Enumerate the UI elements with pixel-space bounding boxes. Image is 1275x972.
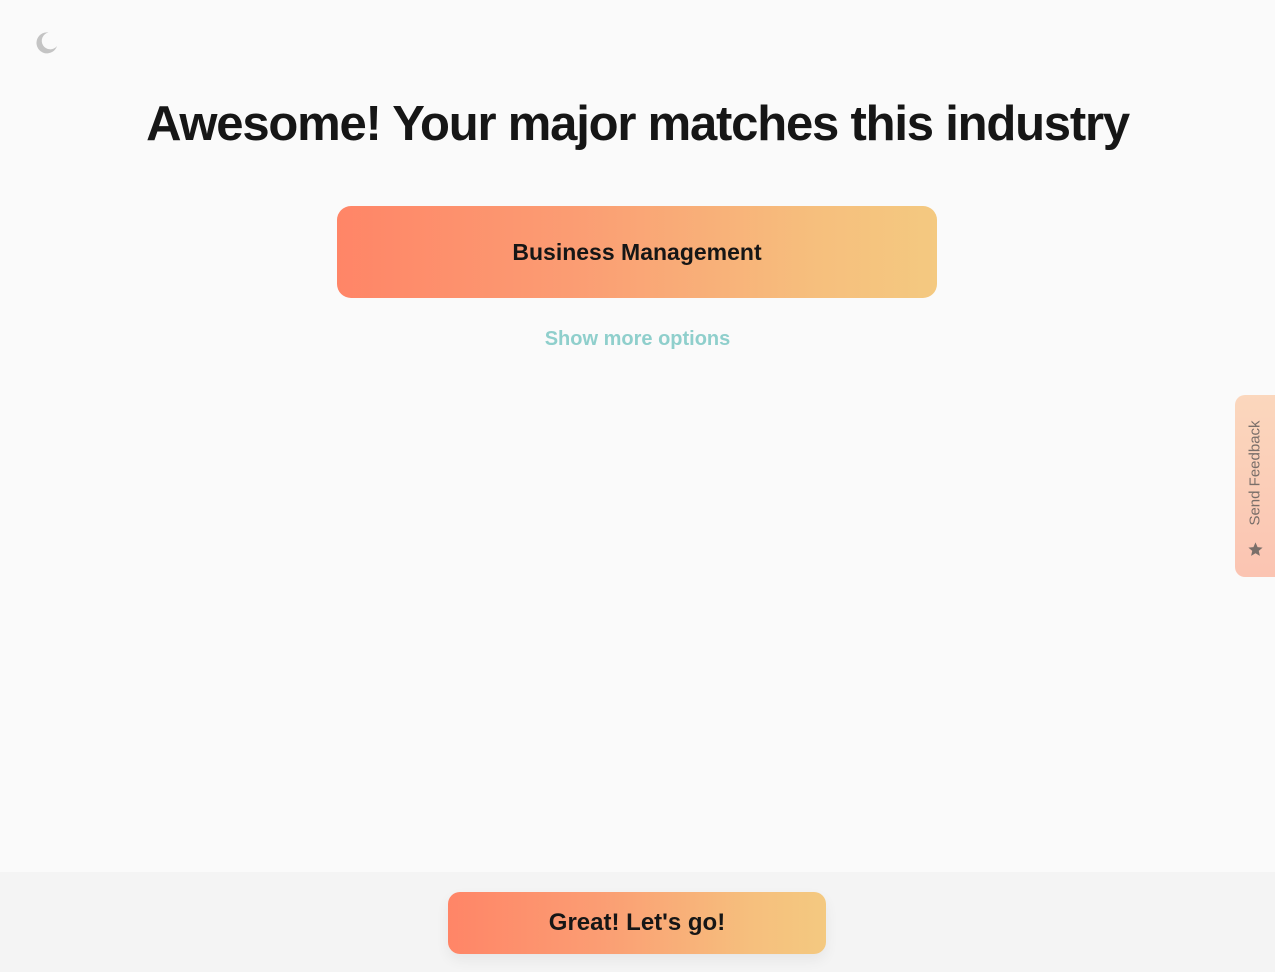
show-more-options-link[interactable]: Show more options [0,328,1275,351]
star-icon [1248,542,1263,556]
page: Awesome! Your major matches this industr… [0,0,1275,972]
industry-option-card[interactable]: Business Management [337,206,937,298]
send-feedback-tab[interactable]: Send Feedback [1235,395,1275,577]
send-feedback-label: Send Feedback [1246,420,1264,526]
continue-button-label: Great! Let's go! [548,909,726,936]
continue-button[interactable]: Great! Let's go! [448,892,826,954]
page-title: Awesome! Your major matches this industr… [146,97,1130,151]
industry-option-label: Business Management [512,238,762,265]
moon-icon [36,32,57,54]
theme-toggle-button[interactable] [33,30,59,56]
send-feedback-content: Send Feedback [1235,395,1275,577]
